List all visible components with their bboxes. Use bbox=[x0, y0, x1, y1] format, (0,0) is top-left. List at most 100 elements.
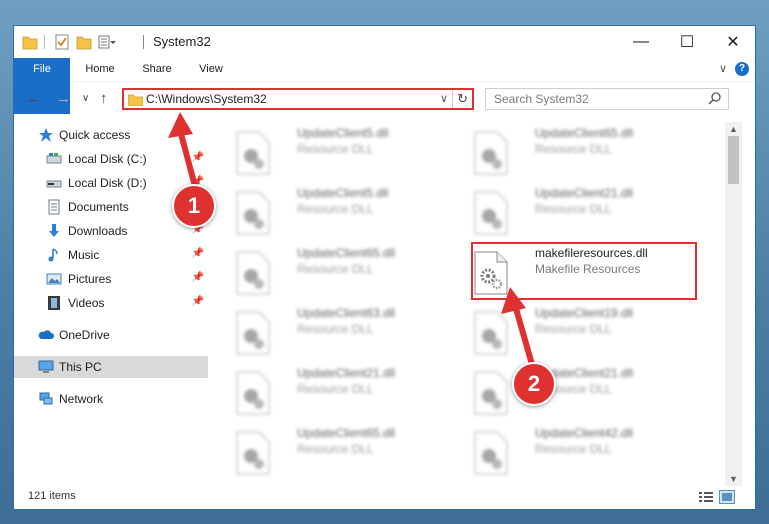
sidebar-item-label: Pictures bbox=[68, 272, 112, 286]
title-bar: System32 — ☐ ✕ bbox=[14, 26, 755, 58]
dll-file-icon bbox=[474, 371, 508, 415]
dll-file-icon bbox=[236, 251, 270, 295]
sidebar-item-pictures[interactable]: Pictures 📌 bbox=[14, 268, 208, 290]
sidebar-item-videos[interactable]: Videos 📌 bbox=[14, 292, 208, 314]
file-type: Resource DLL bbox=[535, 442, 612, 456]
file-type: Resource DLL bbox=[297, 262, 374, 276]
file-item[interactable]: UpdateClient65.dll Resource DLL bbox=[225, 424, 445, 480]
tab-home[interactable]: Home bbox=[74, 58, 126, 81]
pictures-icon bbox=[46, 273, 62, 285]
sidebar-item-network[interactable]: Network bbox=[14, 388, 208, 410]
new-folder-icon[interactable] bbox=[76, 33, 92, 51]
file-name: UpdateClient65.dll bbox=[297, 426, 396, 440]
address-dropdown-chevron-icon[interactable]: ∨ bbox=[440, 92, 448, 105]
details-view-icon[interactable] bbox=[698, 490, 714, 504]
sidebar-item-this-pc[interactable]: This PC bbox=[14, 356, 208, 378]
dll-file-icon bbox=[236, 131, 270, 175]
up-arrow-icon[interactable]: ↑ bbox=[100, 90, 108, 107]
sidebar-item-quick-access[interactable]: Quick access bbox=[14, 124, 208, 146]
sidebar-item-label: Network bbox=[59, 392, 104, 406]
annotation-callout-1: 1 bbox=[172, 184, 216, 228]
sidebar-item-label: Local Disk (D:) bbox=[68, 176, 147, 190]
file-name: UpdateClient5.dll bbox=[297, 186, 389, 200]
refresh-icon[interactable]: ↻ bbox=[452, 90, 468, 108]
file-item[interactable]: UpdateClient19.dll Resource DLL bbox=[463, 304, 683, 360]
file-type: Resource DLL bbox=[297, 322, 374, 336]
music-icon bbox=[48, 248, 58, 262]
folder-icon bbox=[22, 36, 38, 50]
tab-view[interactable]: View bbox=[188, 58, 234, 81]
file-type: Resource DLL bbox=[297, 382, 374, 396]
file-item[interactable]: UpdateClient5.dll Resource DLL bbox=[225, 184, 445, 240]
sidebar-item-label: OneDrive bbox=[59, 328, 110, 342]
file-item[interactable]: UpdateClient63.dll Resource DLL bbox=[225, 304, 445, 360]
folder-icon bbox=[128, 94, 143, 106]
address-bar[interactable]: C:\Windows\System32 ∨ ↻ bbox=[122, 88, 474, 110]
sidebar-item-label: Quick access bbox=[59, 128, 131, 142]
drive-icon bbox=[46, 180, 62, 188]
file-type: Resource DLL bbox=[535, 322, 612, 336]
file-list: UpdateClient5.dll Resource DLL UpdateCli… bbox=[211, 122, 725, 482]
tab-share[interactable]: Share bbox=[130, 58, 184, 81]
large-icons-view-icon[interactable] bbox=[719, 490, 735, 504]
pin-icon[interactable]: 📌 bbox=[192, 272, 204, 283]
pin-icon[interactable]: 📌 bbox=[192, 248, 204, 259]
sidebar-item-downloads[interactable]: Downloads 📌 bbox=[14, 220, 208, 242]
item-count: 121 items bbox=[28, 490, 76, 502]
window-title: System32 bbox=[153, 34, 211, 49]
expand-ribbon-chevron-icon[interactable]: ∨ bbox=[719, 62, 727, 75]
properties-icon[interactable] bbox=[54, 33, 70, 51]
recent-locations-chevron-icon[interactable]: ∨ bbox=[82, 93, 89, 104]
sidebar-item-onedrive[interactable]: OneDrive bbox=[14, 324, 208, 346]
pin-icon[interactable]: 📌 bbox=[192, 296, 204, 307]
scroll-down-icon[interactable]: ▼ bbox=[729, 474, 738, 484]
close-button[interactable]: ✕ bbox=[710, 26, 755, 58]
dll-file-icon bbox=[474, 431, 508, 475]
maximize-button[interactable]: ☐ bbox=[664, 26, 710, 58]
sidebar-item-local-disk-c[interactable]: Local Disk (C:) 📌 bbox=[14, 148, 208, 170]
file-item[interactable]: UpdateClient21.dll Resource DLL bbox=[463, 184, 683, 240]
sidebar-item-label: Local Disk (C:) bbox=[68, 152, 147, 166]
sidebar-item-label: Documents bbox=[68, 200, 129, 214]
help-icon[interactable]: ? bbox=[735, 62, 749, 76]
sidebar-item-music[interactable]: Music 📌 bbox=[14, 244, 208, 266]
file-highlight-box bbox=[471, 242, 697, 300]
file-item[interactable]: UpdateClient65.dll Resource DLL bbox=[463, 124, 683, 180]
documents-icon bbox=[48, 199, 60, 215]
file-name: UpdateClient65.dll bbox=[297, 246, 396, 260]
forward-arrow-icon[interactable]: → bbox=[56, 90, 71, 107]
ribbon-tabs: File Home Share View ∨ ? bbox=[14, 58, 755, 114]
sidebar-item-label: Videos bbox=[68, 296, 105, 310]
file-item[interactable]: UpdateClient42.dll Resource DLL bbox=[463, 424, 683, 480]
sidebar-item-label: Music bbox=[68, 248, 100, 262]
file-item[interactable]: UpdateClient65.dll Resource DLL bbox=[225, 244, 445, 300]
back-arrow-icon[interactable]: ← bbox=[26, 90, 41, 107]
dll-file-icon bbox=[474, 311, 508, 355]
videos-icon bbox=[48, 296, 60, 310]
file-item[interactable]: UpdateClient21.dll Resource DLL bbox=[225, 364, 445, 420]
vertical-scrollbar[interactable]: ▲ ▼ bbox=[725, 122, 742, 486]
scrollbar-thumb[interactable] bbox=[728, 136, 739, 184]
file-name: UpdateClient42.dll bbox=[535, 426, 634, 440]
scroll-up-icon[interactable]: ▲ bbox=[729, 124, 738, 134]
file-name: UpdateClient63.dll bbox=[297, 306, 396, 320]
minimize-button[interactable]: — bbox=[618, 26, 664, 58]
navigation-pane: Quick access Local Disk (C:) 📌 Local Dis… bbox=[14, 122, 210, 482]
search-placeholder: Search System32 bbox=[494, 92, 589, 106]
file-type: Resource DLL bbox=[535, 142, 612, 156]
address-row: ← → ∨ ↑ C:\Windows\System32 ∨ ↻ Search S… bbox=[14, 82, 755, 116]
dll-file-icon bbox=[236, 191, 270, 235]
drive-icon bbox=[46, 153, 62, 164]
dll-file-icon bbox=[474, 191, 508, 235]
address-path[interactable]: C:\Windows\System32 bbox=[146, 92, 267, 106]
downloads-icon bbox=[49, 224, 59, 237]
file-type: Resource DLL bbox=[297, 442, 374, 456]
customize-qat-icon[interactable] bbox=[98, 33, 116, 51]
pin-icon[interactable]: 📌 bbox=[192, 152, 204, 163]
file-item[interactable]: UpdateClient5.dll Resource DLL bbox=[225, 124, 445, 180]
annotation-callout-2: 2 bbox=[512, 362, 556, 406]
search-input[interactable]: Search System32 bbox=[485, 88, 729, 110]
file-item[interactable]: UpdateClient21.dll Resource DLL bbox=[463, 364, 683, 420]
dll-file-icon bbox=[474, 131, 508, 175]
sidebar-item-label: This PC bbox=[59, 360, 102, 374]
